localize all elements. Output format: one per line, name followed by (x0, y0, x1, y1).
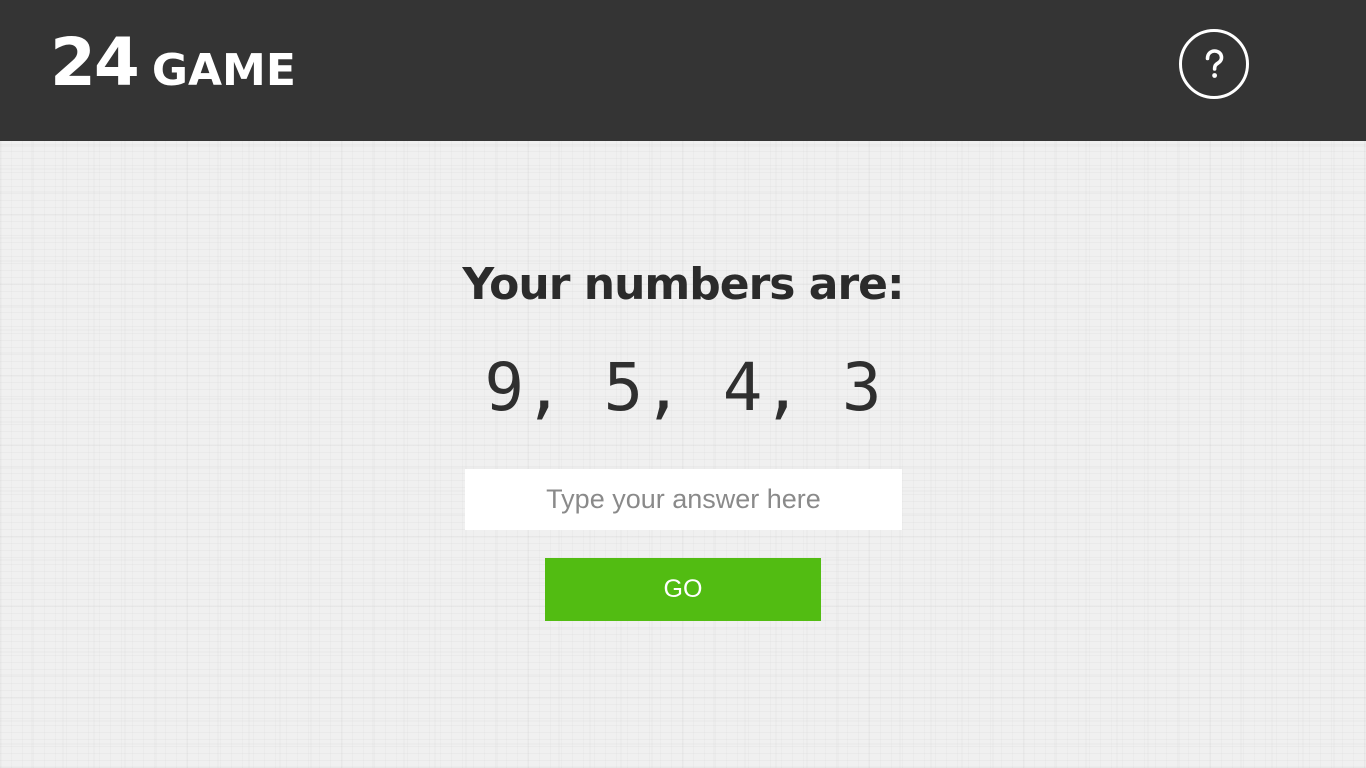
answer-input[interactable] (465, 469, 902, 530)
logo: 24 GAME (50, 30, 296, 96)
numbers-prompt: Your numbers are: (462, 259, 904, 310)
logo-number: 24 (50, 24, 140, 101)
logo-word: GAME (151, 45, 296, 96)
go-button[interactable]: GO (545, 558, 821, 621)
numbers-display: 9, 5, 4, 3 (484, 349, 882, 426)
question-mark-icon (1205, 49, 1224, 78)
top-bar: 24 GAME (0, 0, 1366, 141)
help-button[interactable] (1179, 29, 1249, 99)
